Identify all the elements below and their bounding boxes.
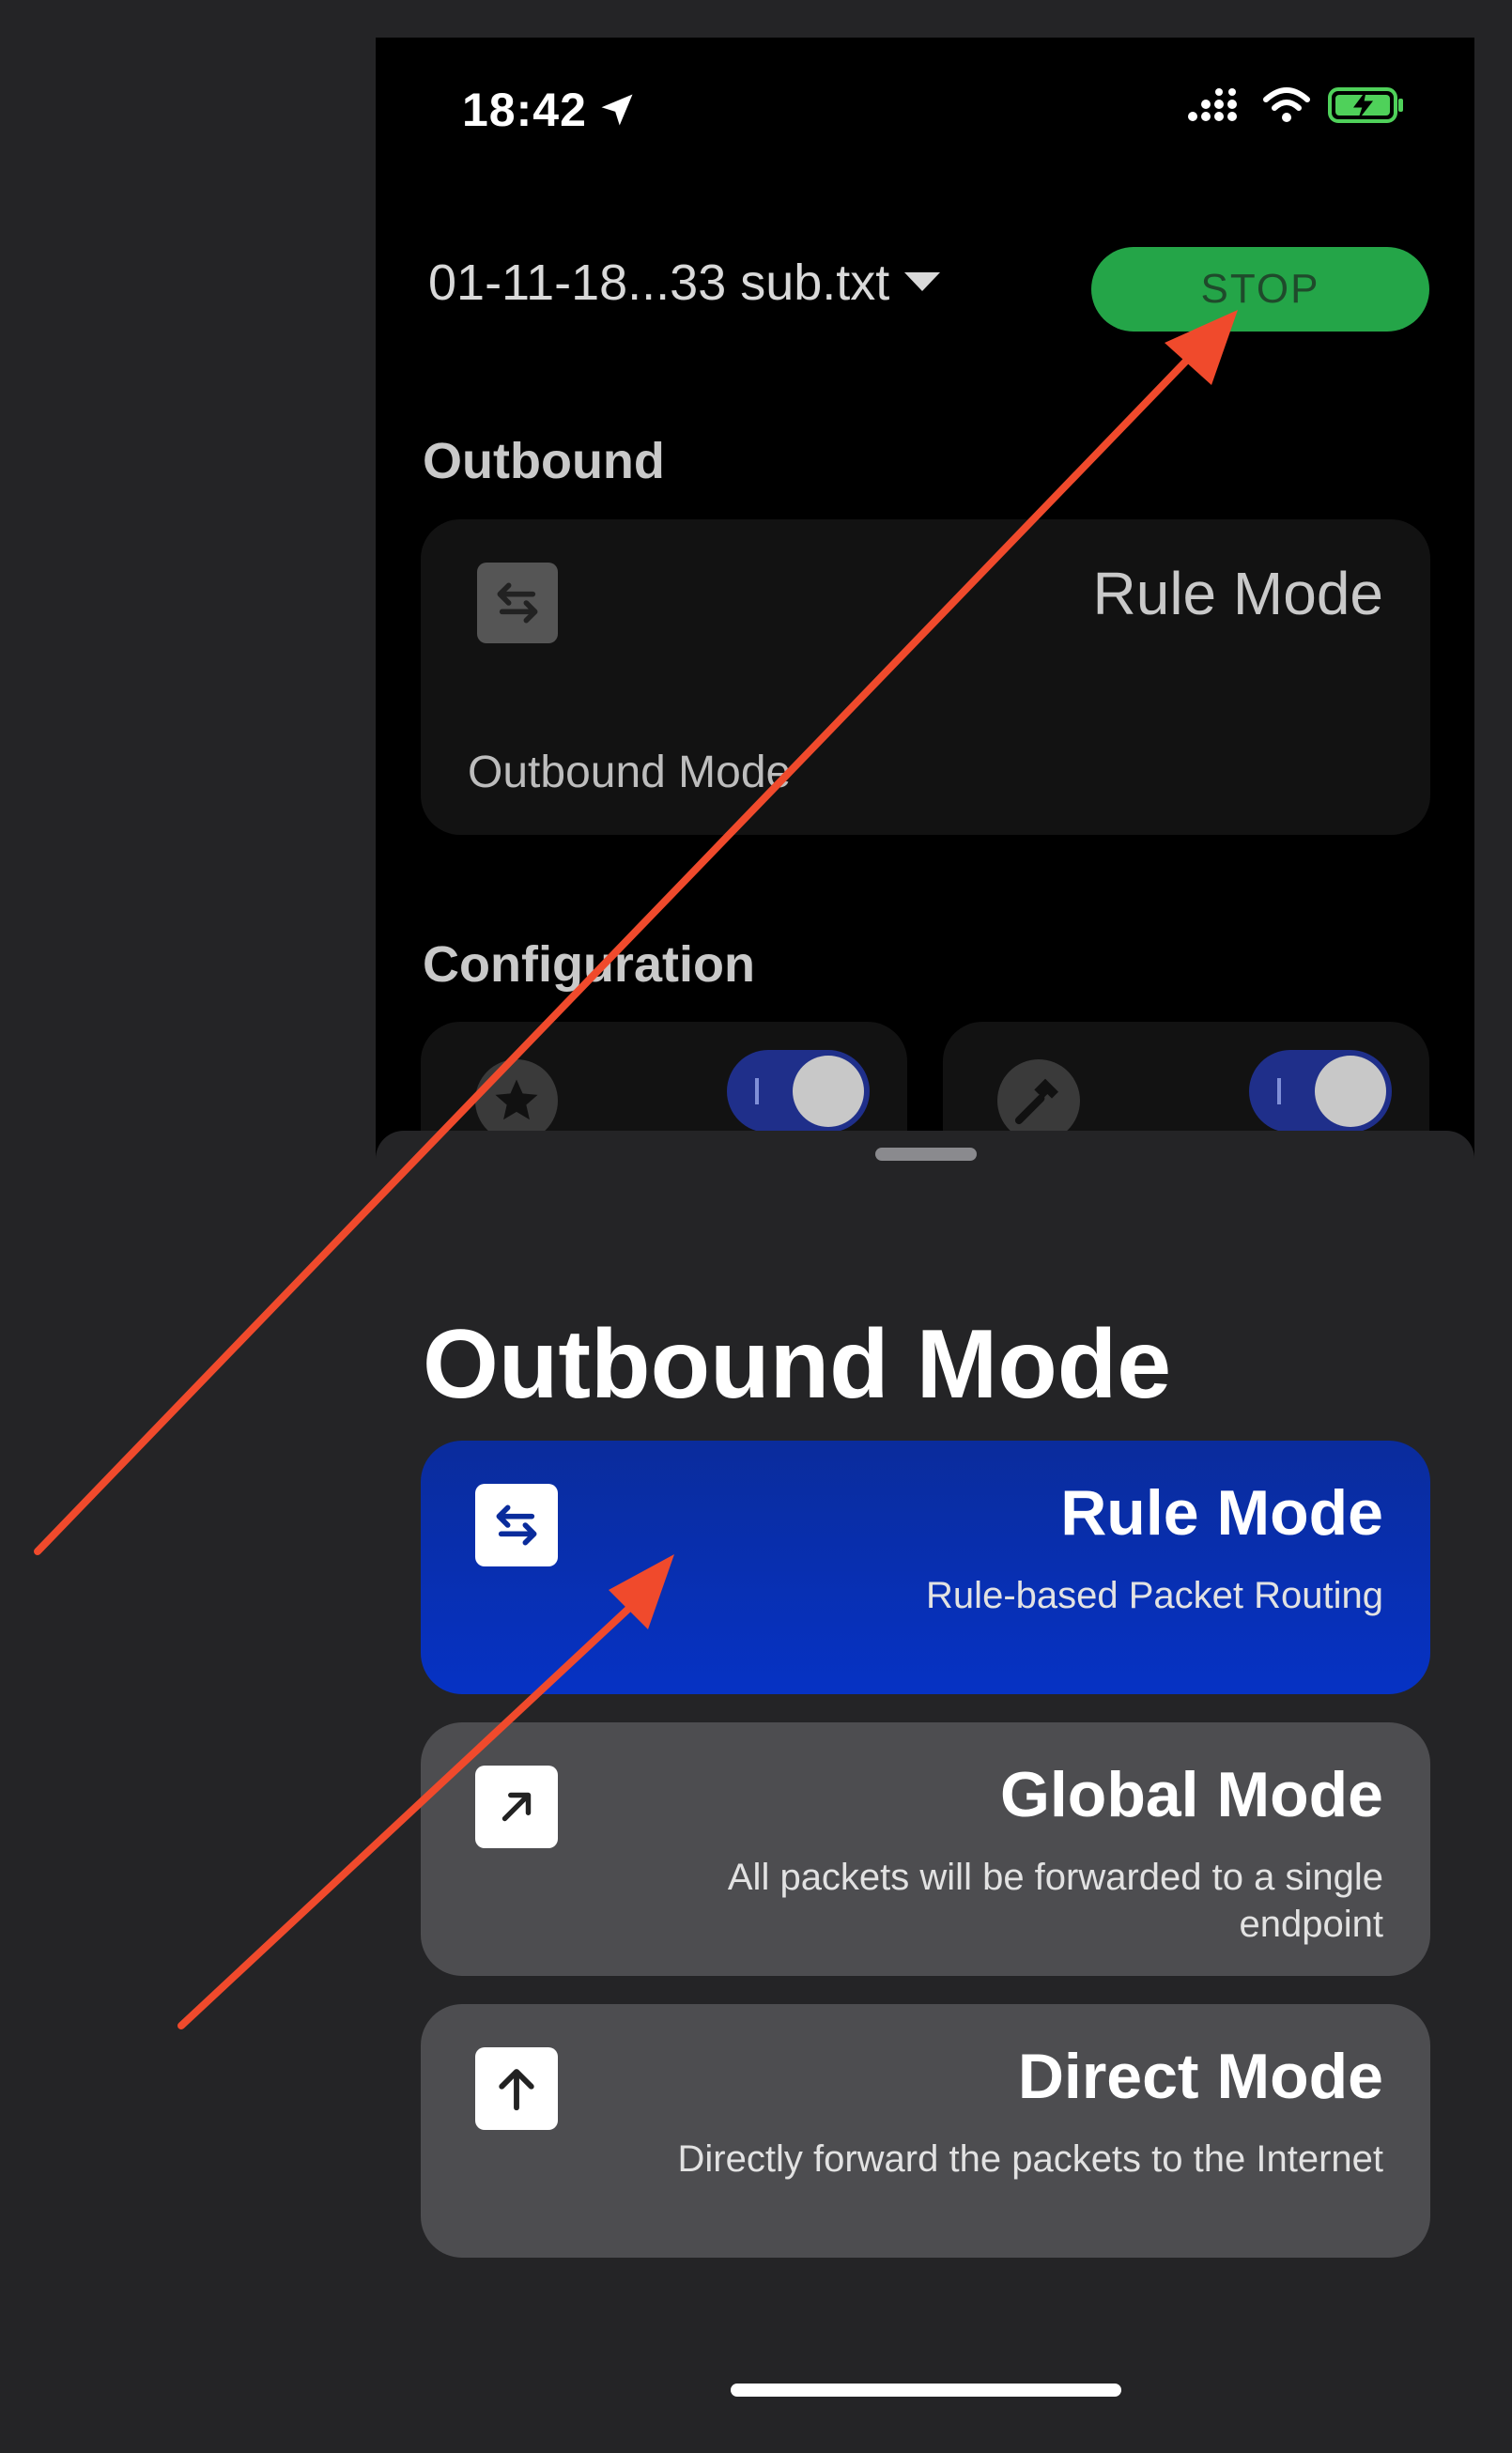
battery-charging-icon <box>1328 87 1403 123</box>
global-mode-option[interactable]: Global Mode All packets will be forwarde… <box>421 1722 1430 1976</box>
configuration-heading: Configuration <box>423 936 755 993</box>
rule-mode-option[interactable]: Rule Mode Rule-based Packet Routing <box>421 1441 1430 1694</box>
global-mode-description: All packets will be forwarded to a singl… <box>727 1857 1383 1945</box>
hammer-icon <box>997 1059 1080 1142</box>
wifi-icon <box>1263 87 1310 122</box>
star-icon <box>475 1059 558 1142</box>
sheet-title: Outbound Mode <box>423 1310 1172 1419</box>
rule-mode-description: Rule-based Packet Routing <box>926 1575 1383 1616</box>
screenshot-stage: 18:42 01-11-18...33 sub.txt STOP Outboun… <box>0 0 1512 2453</box>
outbound-mode-value: Rule Mode <box>1092 560 1384 627</box>
rule-mode-title: Rule Mode <box>1060 1477 1383 1549</box>
outbound-mode-label: Outbound Mode <box>468 748 792 797</box>
status-bar-indicators <box>1187 86 1405 124</box>
profile-name: 01-11-18...33 sub.txt <box>428 255 890 311</box>
outbound-mode-card[interactable]: Rule Mode Outbound Mode <box>421 519 1430 835</box>
arrow-up-right-icon <box>475 1766 558 1848</box>
cellular-signal-icon <box>1188 88 1237 121</box>
sheet-grabber[interactable] <box>875 1148 977 1161</box>
global-mode-title: Global Mode <box>1000 1759 1383 1830</box>
direct-mode-option[interactable]: Direct Mode Directly forward the packets… <box>421 2004 1430 2258</box>
outbound-heading: Outbound <box>423 433 665 489</box>
outbound-mode-sheet: Outbound Mode Rule Mode Rule-based Packe… <box>376 1131 1474 2453</box>
direct-mode-description: Directly forward the packets to the Inte… <box>677 2138 1383 2180</box>
home-indicator <box>731 2384 1121 2397</box>
arrow-up-icon <box>475 2047 558 2130</box>
caret-down-icon <box>904 272 941 291</box>
profile-selector[interactable]: 01-11-18...33 sub.txt <box>428 254 941 312</box>
swap-arrows-icon <box>477 563 558 643</box>
config-toggle-star[interactable] <box>727 1050 870 1133</box>
direct-mode-title: Direct Mode <box>1017 2041 1383 2112</box>
app-screen: 18:42 01-11-18...33 sub.txt STOP Outboun… <box>376 38 1474 1193</box>
swap-arrows-icon <box>475 1484 558 1566</box>
status-bar-time: 18:42 <box>462 83 638 137</box>
location-arrow-icon <box>601 94 633 126</box>
stop-button[interactable]: STOP <box>1091 247 1429 332</box>
config-toggle-hammer[interactable] <box>1249 1050 1392 1133</box>
